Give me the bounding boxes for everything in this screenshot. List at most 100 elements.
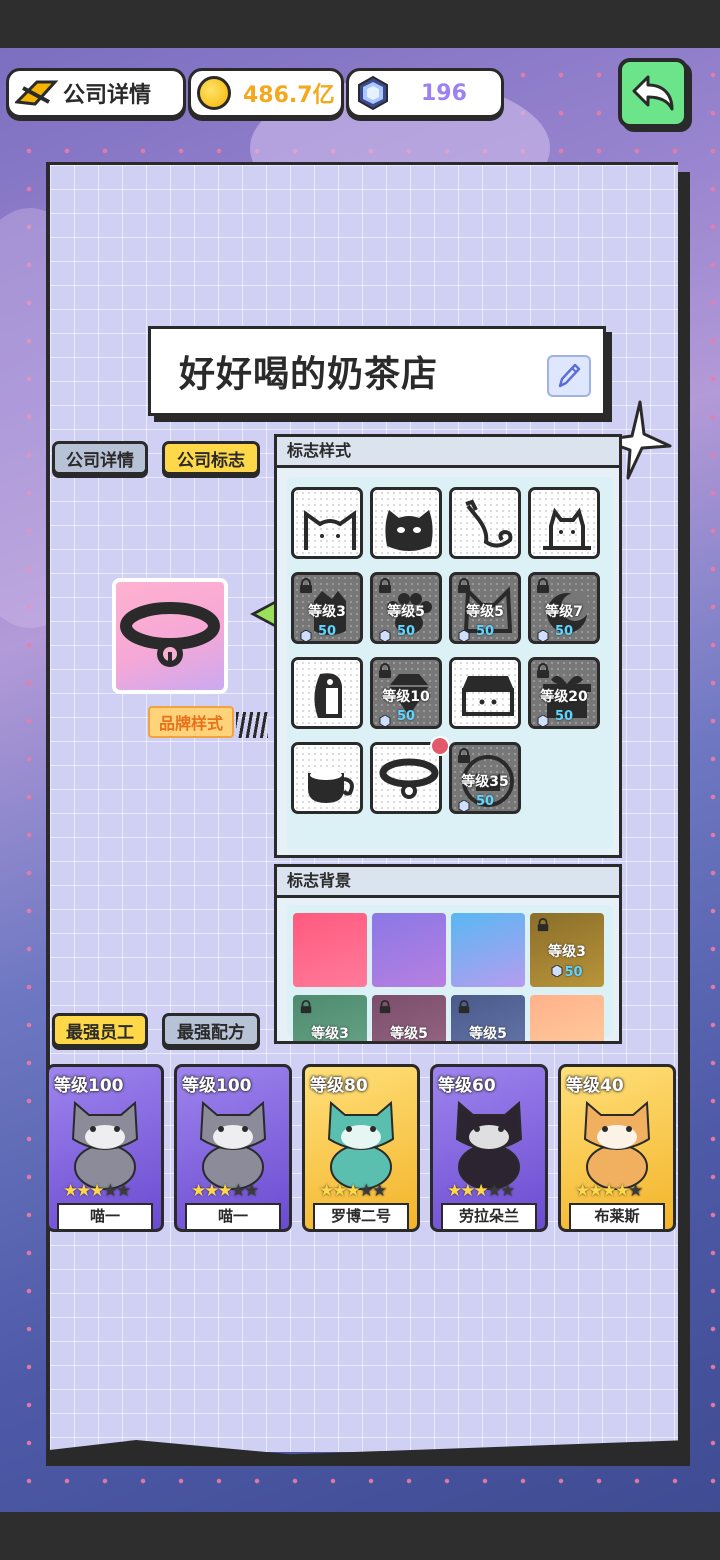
unlock-cost: 50: [452, 794, 518, 811]
tab-strongest-recipe[interactable]: 最强配方: [162, 1013, 260, 1047]
cat-face-icon: [385, 510, 433, 551]
logo-option-1-0[interactable]: 等级3 50: [291, 572, 363, 644]
logo-option-3-2[interactable]: 等级35 50: [449, 742, 521, 814]
logo-style-title: 标志样式: [277, 437, 619, 468]
staff-avatar-icon: [199, 1100, 267, 1190]
star-icon: ★: [460, 1181, 475, 1201]
gem-icon: [458, 630, 470, 641]
company-name-card: 好好喝的奶茶店: [148, 326, 606, 416]
hatch-decoration: [236, 712, 268, 738]
logo-option-0-2[interactable]: [449, 487, 521, 559]
staff-card[interactable]: 等级80 ★★★★★ 罗博二号: [302, 1064, 420, 1232]
selected-check-icon: [430, 736, 450, 756]
logo-option-0-3[interactable]: [528, 487, 600, 559]
logo-option-0-0[interactable]: [291, 487, 363, 559]
bg-swatch-0[interactable]: [293, 913, 367, 987]
unlock-level: 等级3: [548, 944, 586, 960]
unlock-cost: 50: [530, 964, 604, 980]
logo-option-1-3[interactable]: 等级7 50: [528, 572, 600, 644]
staff-level: 等级60: [438, 1076, 496, 1096]
bg-swatch-2[interactable]: [451, 913, 525, 987]
staff-name: 喵一: [57, 1203, 153, 1229]
star-icon: ★: [628, 1181, 643, 1201]
staff-level: 等级100: [182, 1076, 252, 1096]
lock-icon: [300, 578, 312, 593]
star-icon: ★: [372, 1181, 387, 1201]
staff-avatar-icon: [455, 1100, 523, 1190]
star-icon: ★: [230, 1181, 246, 1201]
coin-counter: 486.7亿: [188, 68, 344, 118]
logo-option-2-1[interactable]: 等级10 50: [370, 657, 442, 729]
tab-strongest-staff[interactable]: 最强员工: [52, 1013, 148, 1047]
unlock-level: 等级3: [311, 1026, 349, 1042]
unlock-cost: 50: [294, 624, 360, 641]
star-icon: ★: [500, 1181, 515, 1201]
lock-icon: [537, 578, 549, 593]
staff-name: 布莱斯: [569, 1203, 665, 1229]
bg-swatch-row2-1[interactable]: 等级5: [372, 995, 446, 1042]
staff-card[interactable]: 等级40 ★★★★★ 布莱斯: [558, 1064, 676, 1232]
star-rating: ★★★★★: [575, 1181, 643, 1201]
gem-counter: 196: [346, 68, 504, 118]
tab-company-details[interactable]: 公司详情: [52, 441, 148, 475]
bg-swatch-row2-2[interactable]: 等级5: [451, 995, 525, 1042]
star-icon: ★: [116, 1181, 131, 1201]
logo-option-3-0[interactable]: [291, 742, 363, 814]
star-rating: ★★★★★: [191, 1181, 259, 1201]
logo-preview: [112, 578, 228, 694]
coin-icon: [197, 76, 231, 110]
company-name: 好好喝的奶茶店: [179, 354, 439, 395]
star-icon: ★: [486, 1181, 502, 1201]
logo-option-2-3[interactable]: 等级20 50: [528, 657, 600, 729]
unlock-level: 等级5: [469, 1026, 507, 1042]
star-icon: ★: [473, 1181, 489, 1201]
unlock-cost: 50: [531, 709, 597, 726]
star-icon: ★: [102, 1181, 118, 1201]
bg-swatch-1[interactable]: [372, 913, 446, 987]
gem-icon: [379, 715, 391, 726]
pencil-icon: [558, 363, 581, 388]
logo-option-1-2[interactable]: 等级5 50: [449, 572, 521, 644]
bg-swatch-3[interactable]: 等级3 50: [530, 913, 604, 987]
back-button[interactable]: [618, 58, 688, 128]
logo-option-3-1[interactable]: [370, 742, 442, 814]
unlock-level: 等级3: [308, 604, 346, 620]
star-icon: ★: [191, 1181, 206, 1201]
logo-background-panel: 标志背景 等级3 50 等级3 等级5 等级5: [274, 864, 622, 1044]
bg-swatch-row2-0[interactable]: 等级3: [293, 995, 367, 1042]
logo-option-2-2[interactable]: [449, 657, 521, 729]
gem-icon: [458, 800, 470, 811]
gem-icon: [551, 964, 563, 978]
lock-icon: [458, 748, 470, 763]
unlock-level: 等级10: [382, 689, 430, 705]
panel-shadow: [676, 172, 690, 1458]
penguin-scroll-icon: [314, 673, 342, 718]
tab-company-logo[interactable]: 公司标志: [162, 441, 260, 475]
star-icon: ★: [319, 1181, 334, 1201]
logo-option-1-1[interactable]: 等级5 50: [370, 572, 442, 644]
staff-name: 喵一: [185, 1203, 281, 1229]
logo-option-2-0[interactable]: [291, 657, 363, 729]
gem-icon: [537, 715, 549, 726]
coffee-cup-icon: [308, 770, 354, 803]
collar-icon: [379, 758, 439, 799]
edit-name-button[interactable]: [547, 355, 591, 397]
star-icon: ★: [345, 1181, 361, 1201]
company-info-pill[interactable]: 公司详情: [6, 68, 186, 118]
star-icon: ★: [358, 1181, 374, 1201]
gem-value: 196: [421, 80, 467, 106]
lock-icon: [537, 918, 549, 932]
staff-card[interactable]: 等级100 ★★★★★ 喵一: [46, 1064, 164, 1232]
staff-card[interactable]: 等级100 ★★★★★ 喵一: [174, 1064, 292, 1232]
unlock-level: 等级5: [390, 1026, 428, 1042]
star-icon: ★: [614, 1181, 630, 1201]
star-icon: ★: [244, 1181, 259, 1201]
staff-card[interactable]: 等级60 ★★★★★ 劳拉朵兰: [430, 1064, 548, 1232]
staff-level: 等级100: [54, 1076, 124, 1096]
logo-option-0-1[interactable]: [370, 487, 442, 559]
unlock-level: 等级5: [466, 604, 504, 620]
staff-level: 等级40: [566, 1076, 624, 1096]
bg-swatch-row2-3[interactable]: [530, 995, 604, 1041]
cat-swirl-icon: [465, 499, 513, 548]
company-logo-icon: [15, 80, 59, 106]
